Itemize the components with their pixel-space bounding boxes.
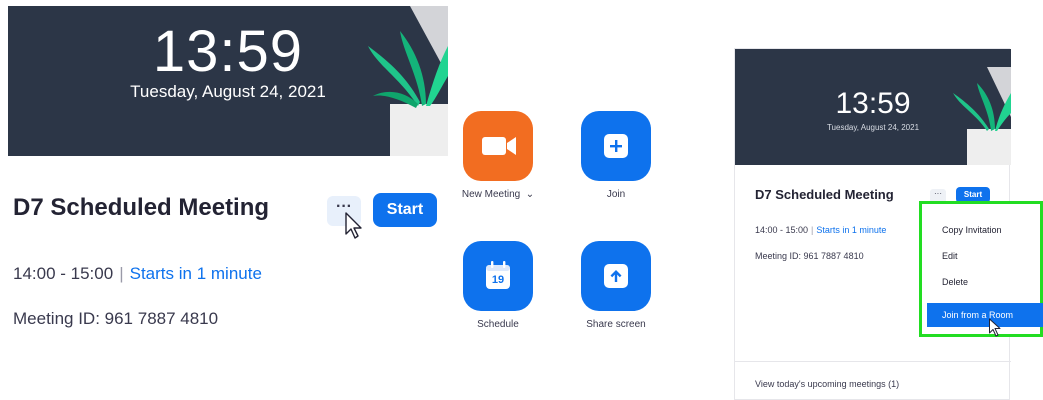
chevron-down-icon[interactable]: ⌄ [526,189,534,200]
calendar-day: 19 [491,274,505,286]
meeting-time-row: 14:00 - 15:00 | Starts in 1 minute [755,225,886,235]
new-meeting-button[interactable] [463,111,533,181]
meeting-id: Meeting ID: 961 7887 4810 [13,309,219,328]
menu-item-delete[interactable]: Delete [930,270,1042,294]
mouse-cursor-icon [989,318,1001,337]
join-action[interactable]: Join [556,111,676,200]
share-screen-button[interactable] [581,241,651,311]
upload-arrow-icon [604,264,628,288]
schedule-label: Schedule [477,319,519,330]
new-meeting-action[interactable]: New Meeting ⌄ [438,111,558,200]
context-menu: Copy Invitation Edit Delete Join from a … [919,201,1043,337]
plus-icon [604,134,628,158]
meeting-time-row: 14:00 - 15:00 | Starts in 1 minute [13,264,262,284]
meeting-title: D7 Scheduled Meeting [13,194,270,221]
meeting-time-range: 14:00 - 15:00 [13,264,114,283]
meeting-id: Meeting ID: 961 7887 4810 [755,251,864,261]
starts-in-link[interactable]: Starts in 1 minute [130,264,262,283]
share-screen-action[interactable]: Share screen [556,241,676,330]
join-button[interactable] [581,111,651,181]
new-meeting-label: New Meeting [461,189,521,200]
schedule-button[interactable]: 19 [463,241,533,311]
right-header-banner: 13:59 Tuesday, August 24, 2021 [735,49,1011,165]
video-camera-icon [482,137,516,155]
menu-item-edit[interactable]: Edit [930,244,1042,268]
left-header-banner: 13:59 Tuesday, August 24, 2021 [8,6,448,156]
meeting-time-range: 14:00 - 15:00 [755,225,809,235]
separator: | [119,264,124,283]
menu-item-copy-invitation[interactable]: Copy Invitation [930,218,1042,242]
join-label: Join [606,189,626,200]
start-meeting-button[interactable]: Start [373,193,437,227]
share-screen-label: Share screen [586,319,646,330]
divider [735,361,1011,362]
meeting-title: D7 Scheduled Meeting [755,187,894,202]
mouse-cursor-icon [345,212,362,239]
schedule-action[interactable]: 19 Schedule [438,241,558,330]
plant-illustration [953,67,1011,165]
plant-illustration [368,6,448,156]
upcoming-meetings-link[interactable]: View today's upcoming meetings (1) [755,379,899,389]
separator: | [811,225,814,235]
starts-in-link[interactable]: Starts in 1 minute [816,225,886,235]
menu-item-join-from-room[interactable]: Join from a Room [927,303,1043,327]
